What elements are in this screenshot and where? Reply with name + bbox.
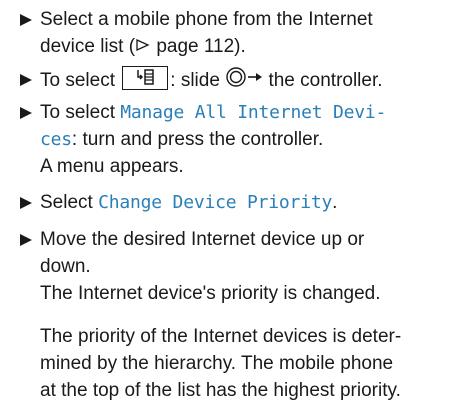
triangle-bullet-icon bbox=[20, 66, 32, 93]
note-line: at the top of the list has the highest p… bbox=[40, 380, 401, 401]
step-line: To select Manage All Internet Devi- bbox=[40, 99, 460, 126]
menu-item-label: Change Device Priority bbox=[98, 192, 333, 213]
step-text-fragment: . bbox=[332, 192, 338, 213]
note-line: The priority of the Internet devices is … bbox=[40, 326, 402, 347]
step-line: Select Change Device Priority. bbox=[40, 189, 460, 216]
step-text-fragment: device list ( bbox=[40, 36, 136, 57]
step-text-fragment: Select bbox=[40, 192, 99, 213]
step-text: Move the desired Internet device up or d… bbox=[40, 226, 460, 307]
reference-arrow-icon bbox=[135, 33, 151, 60]
step-text-fragment: ). bbox=[234, 36, 246, 57]
step-text: To select : slide the controller. bbox=[40, 66, 460, 93]
step-line: down. bbox=[40, 256, 91, 277]
menu-item-label: Manage All Internet Devi- bbox=[120, 102, 387, 123]
triangle-bullet-icon bbox=[20, 99, 32, 126]
triangle-bullet-icon bbox=[20, 189, 32, 216]
step-text: Select Change Device Priority. bbox=[40, 189, 460, 216]
triangle-bullet-icon bbox=[20, 226, 32, 253]
step-result: A menu appears. bbox=[40, 156, 184, 177]
controller-slide-icon bbox=[225, 66, 263, 96]
note-line: mined by the hierarchy. The mobile phone bbox=[40, 353, 394, 374]
triangle-bullet-icon bbox=[20, 6, 32, 33]
priority-note: The priority of the Internet devices is … bbox=[40, 323, 460, 404]
step-result: The Internet device's priority is change… bbox=[40, 283, 381, 304]
step-line: Move the desired Internet device up or bbox=[40, 229, 365, 250]
step-text-fragment: To select bbox=[40, 70, 121, 92]
step-text: To select Manage All Internet Devi- ces:… bbox=[40, 99, 460, 180]
step-line: device list ( page 112). bbox=[40, 33, 460, 60]
phone-list-key-icon bbox=[122, 66, 169, 91]
instruction-page: Select a mobile phone from the Internet … bbox=[0, 0, 464, 412]
menu-item-label: ces bbox=[40, 129, 72, 150]
step-text: Select a mobile phone from the Internet … bbox=[40, 6, 460, 60]
step-line: Select a mobile phone from the Internet bbox=[40, 9, 373, 30]
step-line: To select : slide the controller. bbox=[40, 66, 460, 93]
step-text-fragment: : slide bbox=[170, 70, 226, 92]
page-reference: page 112 bbox=[156, 36, 235, 57]
step-text-fragment: To select bbox=[40, 102, 121, 123]
step-line: ces: turn and press the controller. bbox=[40, 126, 460, 153]
step-text-fragment: the controller. bbox=[263, 70, 383, 92]
step-text-fragment: : turn and press the controller. bbox=[71, 129, 324, 150]
